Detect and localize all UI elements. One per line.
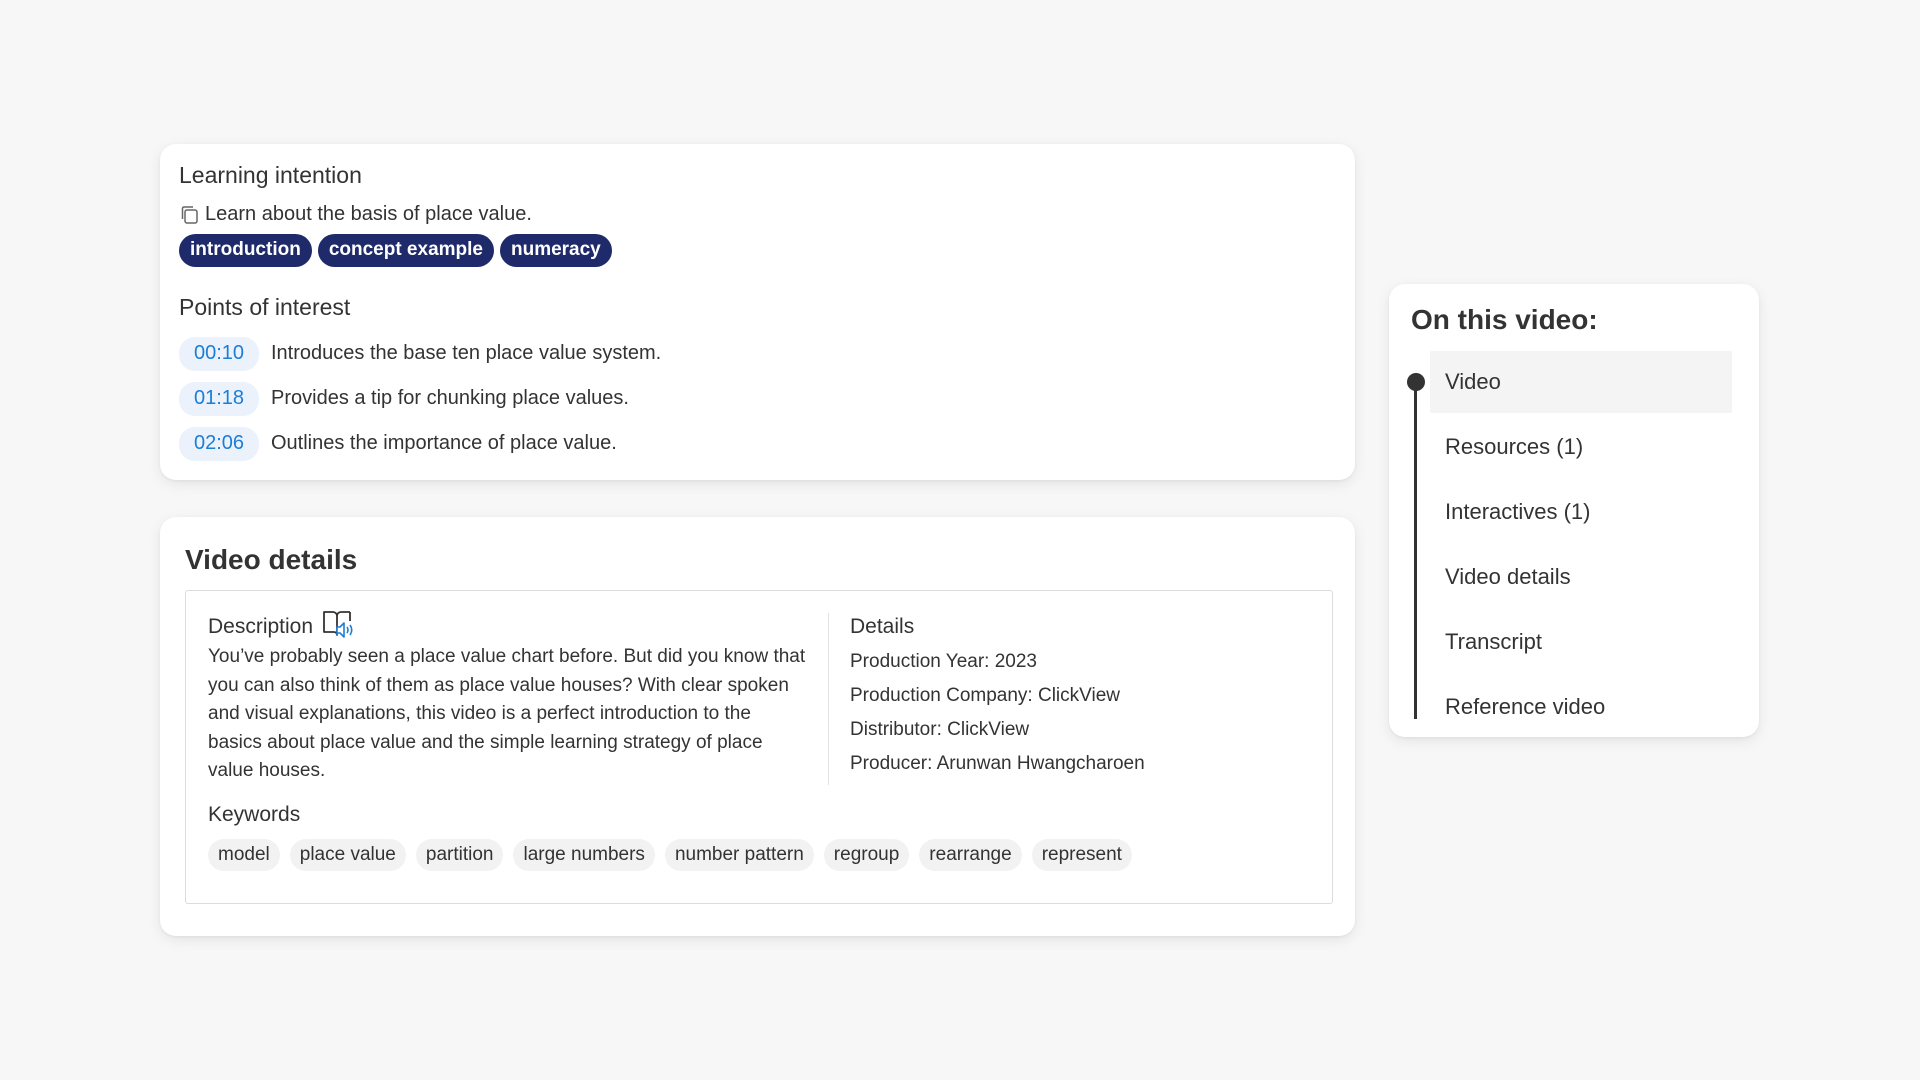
- points-of-interest-title: Points of interest: [179, 294, 351, 320]
- timestamp-button[interactable]: 01:18: [179, 381, 259, 416]
- nav-item-video[interactable]: Video: [1430, 351, 1732, 413]
- tag-numeracy[interactable]: numeracy: [499, 234, 612, 267]
- video-details-title: Video details: [185, 544, 358, 575]
- nav-item-resources[interactable]: Resources (1): [1430, 416, 1732, 478]
- video-details-card: Video details Description You’ve probabl…: [160, 517, 1355, 936]
- details-list: Production Year: 2023 Production Company…: [850, 645, 1145, 781]
- tag-list: introduction concept example numeracy: [179, 234, 1336, 267]
- nav-item-video-details[interactable]: Video details: [1430, 546, 1732, 608]
- points-of-interest-list: 00:10 Introduces the base ten place valu…: [179, 331, 1336, 466]
- description-column: Description You’ve probably seen a place…: [208, 611, 829, 785]
- detail-producer: Producer: Arunwan Hwangcharoen: [850, 753, 1145, 774]
- progress-line: [1414, 381, 1417, 719]
- keywords-title: Keywords: [208, 803, 301, 826]
- poi-row: 02:06 Outlines the importance of place v…: [179, 421, 1336, 466]
- progress-dot-icon: [1407, 373, 1425, 391]
- detail-distributor: Distributor: ClickView: [850, 719, 1030, 740]
- keyword-chip[interactable]: represent: [1031, 839, 1132, 871]
- tag-introduction[interactable]: introduction: [179, 234, 312, 267]
- poi-text: Outlines the importance of place value.: [271, 432, 617, 454]
- tag-concept-example[interactable]: concept example: [317, 234, 494, 267]
- copy-icon[interactable]: [179, 204, 201, 226]
- timestamp-button[interactable]: 00:10: [179, 336, 259, 371]
- poi-row: 00:10 Introduces the base ten place valu…: [179, 331, 1336, 376]
- poi-row: 01:18 Provides a tip for chunking place …: [179, 376, 1336, 421]
- keyword-list: model place value partition large number…: [208, 839, 1310, 871]
- keyword-chip[interactable]: partition: [415, 839, 504, 871]
- keyword-chip[interactable]: model: [208, 839, 280, 871]
- detail-production-company: Production Company: ClickView: [850, 685, 1120, 706]
- nav-item-interactives[interactable]: Interactives (1): [1430, 481, 1732, 543]
- learning-intention-card: Learning intention Learn about the basis…: [160, 144, 1355, 480]
- video-details-box: Description You’ve probably seen a place…: [185, 590, 1333, 904]
- on-this-video-nav: Video Resources (1) Interactives (1) Vid…: [1407, 351, 1737, 738]
- keyword-chip[interactable]: number pattern: [664, 839, 814, 871]
- nav-item-reference-video[interactable]: Reference video: [1430, 676, 1732, 738]
- details-column: Details Production Year: 2023 Production…: [829, 613, 1145, 785]
- learning-intention-title: Learning intention: [179, 162, 362, 188]
- keyword-chip[interactable]: large numbers: [513, 839, 655, 871]
- description-text: You’ve probably seen a place value chart…: [208, 646, 806, 781]
- read-aloud-icon[interactable]: [322, 609, 356, 645]
- on-this-video-title: On this video:: [1411, 304, 1598, 335]
- detail-production-year: Production Year: 2023: [850, 651, 1037, 672]
- video-details-columns: Description You’ve probably seen a place…: [208, 611, 1310, 785]
- keyword-chip[interactable]: regroup: [823, 839, 910, 871]
- timestamp-button[interactable]: 02:06: [179, 426, 259, 461]
- learning-intention-row: Learn about the basis of place value.: [179, 203, 1336, 226]
- poi-text: Introduces the base ten place value syst…: [271, 342, 662, 364]
- poi-text: Provides a tip for chunking place values…: [271, 387, 629, 409]
- on-this-video-card: On this video: Video Resources (1) Inter…: [1389, 284, 1759, 737]
- keyword-chip[interactable]: rearrange: [919, 839, 1022, 871]
- description-title: Description: [208, 615, 314, 638]
- keyword-chip[interactable]: place value: [289, 839, 406, 871]
- description-heading: Description: [208, 611, 806, 641]
- learning-intention-text: Learn about the basis of place value.: [205, 203, 532, 225]
- nav-item-transcript[interactable]: Transcript: [1430, 611, 1732, 673]
- details-title: Details: [850, 615, 915, 638]
